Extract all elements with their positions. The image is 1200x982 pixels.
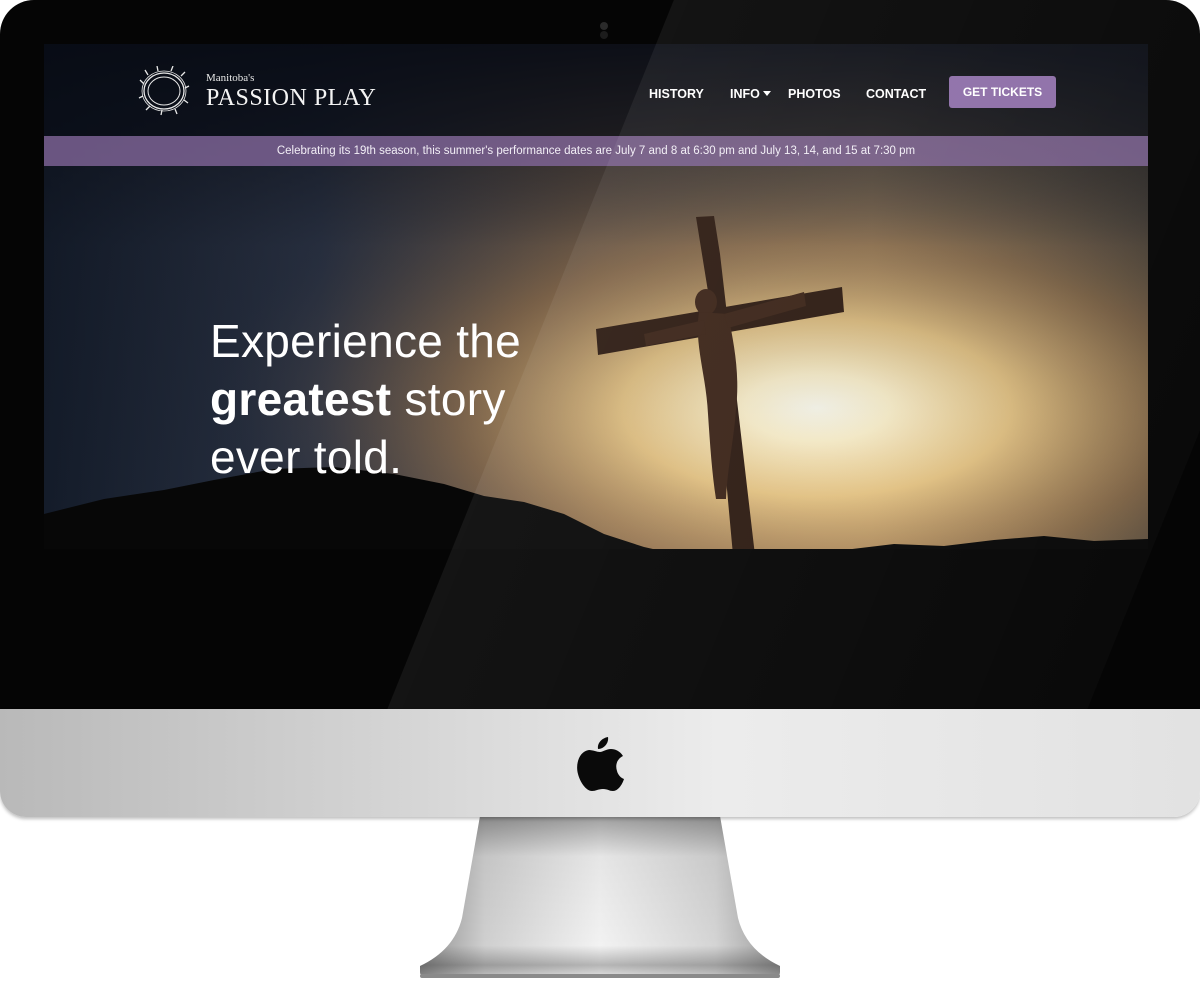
caret-down-icon xyxy=(762,91,771,97)
get-tickets-button[interactable]: GET TICKETS xyxy=(949,76,1056,108)
hero-line-3: ever told. xyxy=(210,431,403,483)
website-screen: Manitoba's PASSION PLAY HISTORY INFO PHO… xyxy=(44,44,1148,549)
imac-mockup: Manitoba's PASSION PLAY HISTORY INFO PHO… xyxy=(0,0,1200,982)
hero-headline: Experience the greatest story ever told. xyxy=(210,312,630,486)
hero-line-2-rest: story xyxy=(391,373,506,425)
nav-info[interactable]: INFO xyxy=(730,44,771,144)
hero-emphasis: greatest xyxy=(210,373,392,425)
nav-photos[interactable]: PHOTOS xyxy=(788,44,841,144)
nav-history[interactable]: HISTORY xyxy=(649,44,704,144)
nav-contact[interactable]: CONTACT xyxy=(866,44,926,144)
apple-logo-icon xyxy=(577,737,624,791)
site-logo[interactable]: Manitoba's PASSION PLAY xyxy=(138,66,388,116)
logo-title: PASSION PLAY xyxy=(206,85,377,111)
logo-subtitle: Manitoba's xyxy=(206,72,255,84)
imac-bezel: Manitoba's PASSION PLAY HISTORY INFO PHO… xyxy=(0,0,1200,709)
site-header: Manitoba's PASSION PLAY HISTORY INFO PHO… xyxy=(44,44,1148,136)
announcement-bar: Celebrating its 19th season, this summer… xyxy=(44,136,1148,166)
crown-of-thorns-icon xyxy=(138,66,190,116)
hero-line-1: Experience the xyxy=(210,315,522,367)
camera xyxy=(600,22,608,30)
nav-info-label: INFO xyxy=(730,87,760,101)
hero-line-2: greatest story xyxy=(210,370,630,428)
